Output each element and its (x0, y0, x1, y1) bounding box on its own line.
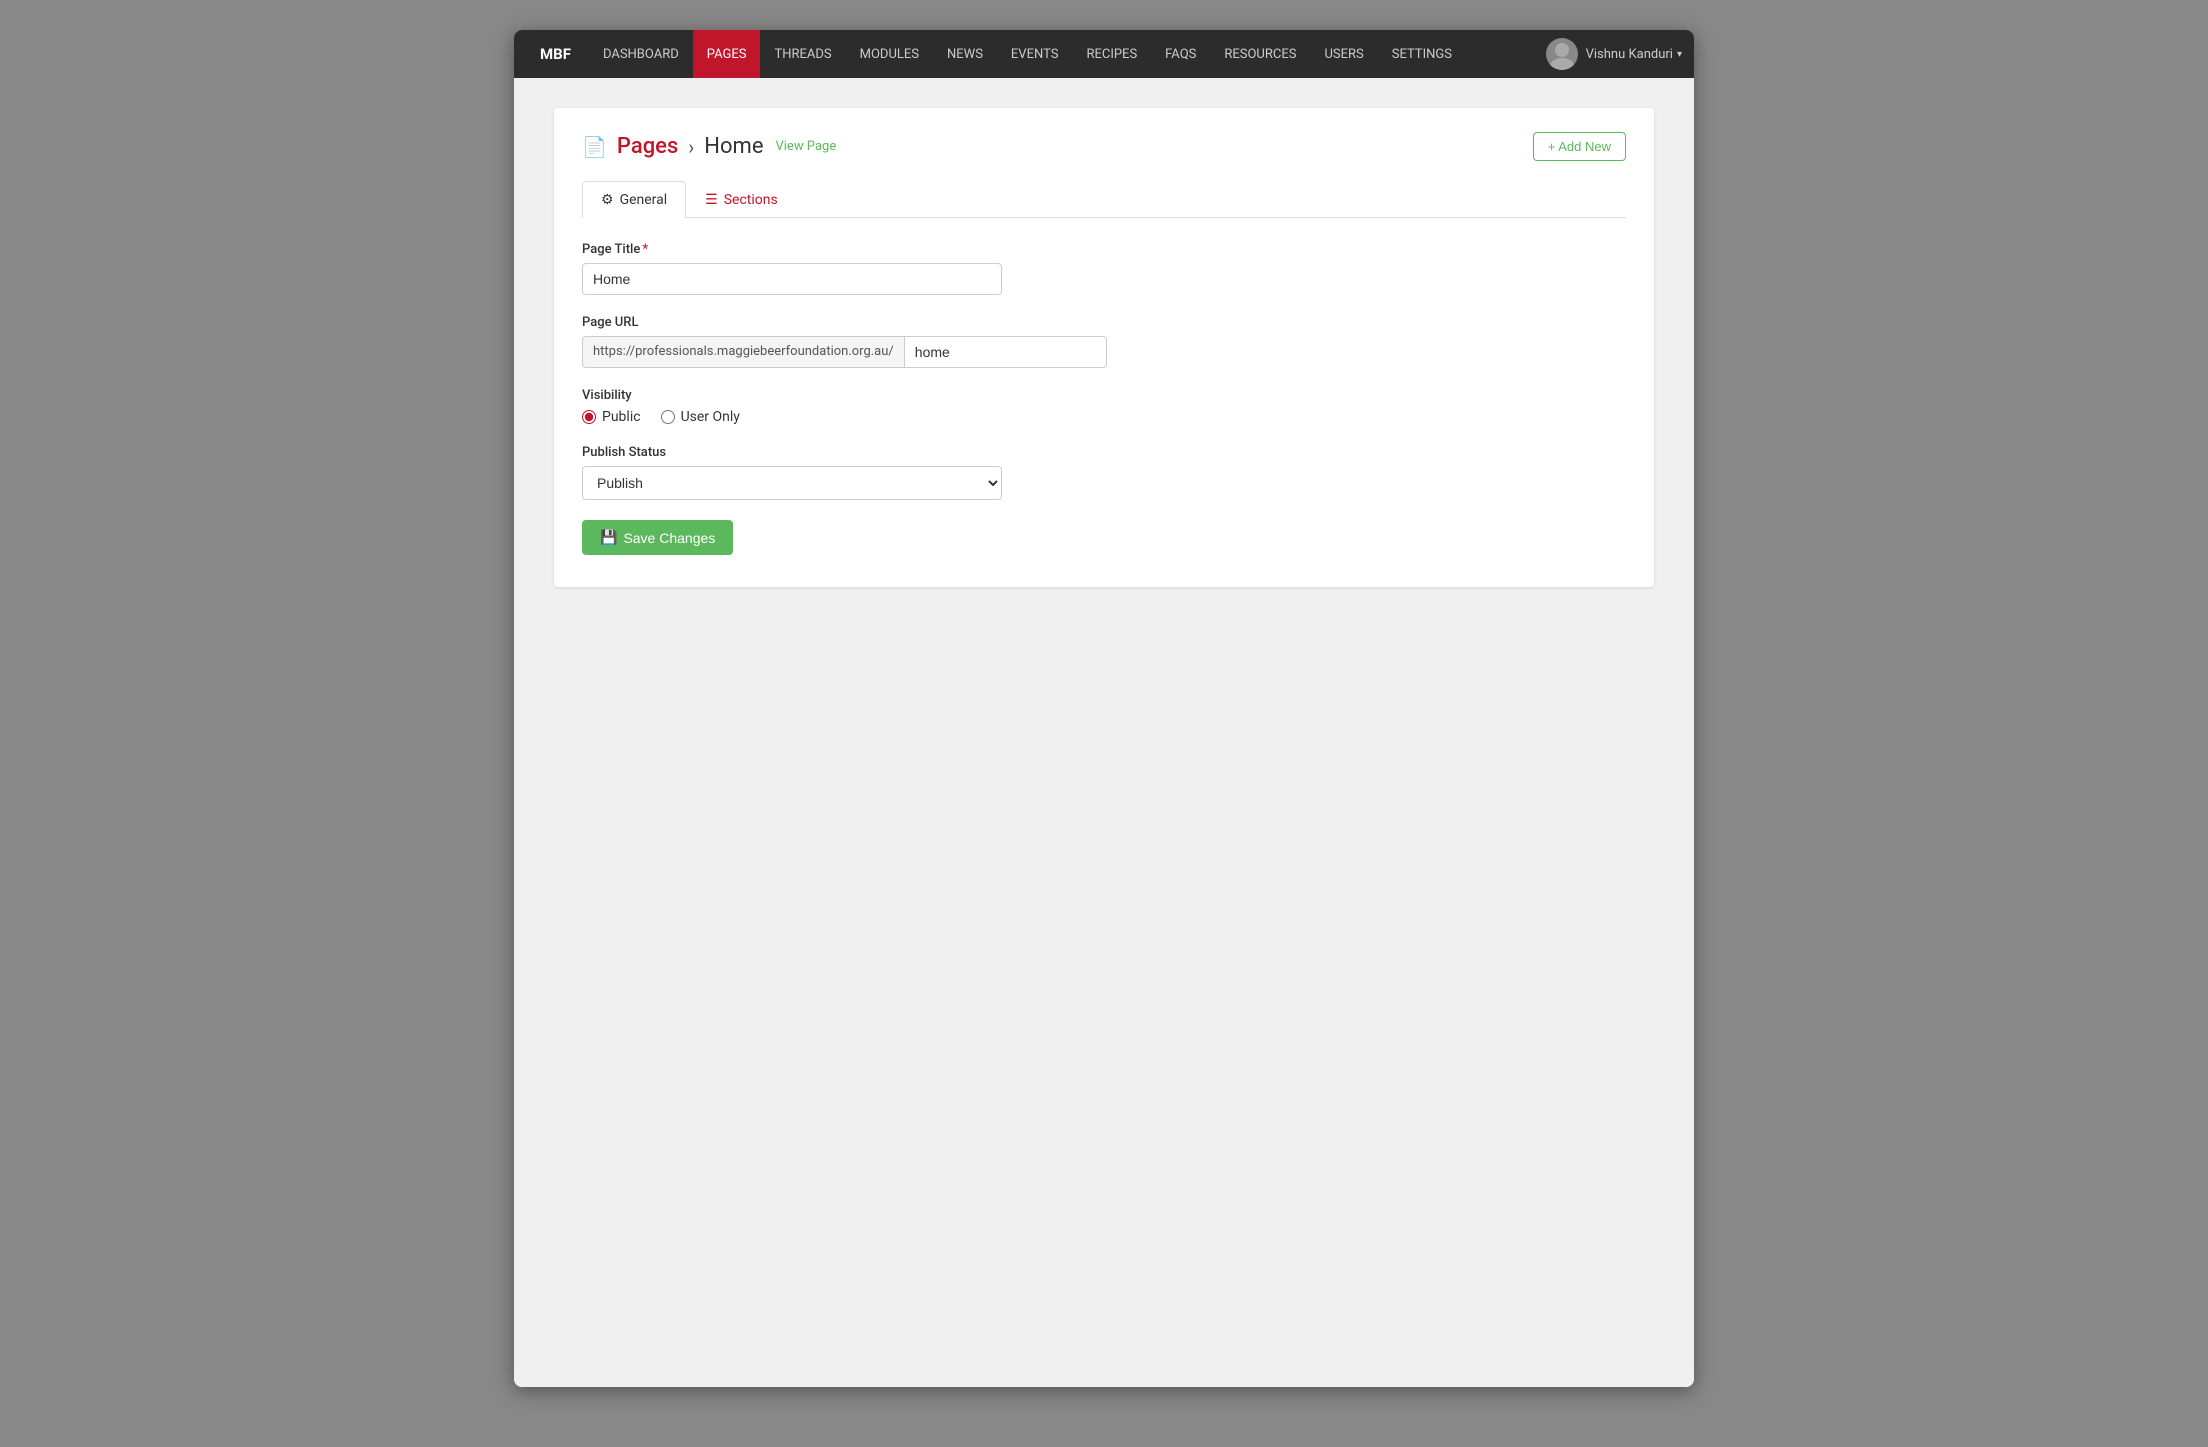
publish-status-select[interactable]: Publish Draft (582, 466, 1002, 500)
nav-threads[interactable]: THREADS (760, 30, 845, 78)
url-field-group: https://professionals.maggiebeerfoundati… (582, 336, 1002, 368)
visibility-group: Visibility Public User Only (582, 388, 1626, 425)
brand: MBF (526, 45, 585, 63)
tab-sections-label: Sections (724, 192, 778, 208)
visibility-label: Visibility (582, 388, 1626, 403)
tab-general-label: General (620, 192, 668, 208)
publish-status-label: Publish Status (582, 445, 1626, 460)
add-new-button[interactable]: + Add New (1533, 132, 1626, 161)
radio-public[interactable] (582, 410, 596, 424)
breadcrumb-separator: › (688, 135, 694, 159)
page-title-input[interactable] (582, 263, 1002, 295)
tabs: ⚙ General ☰ Sections (582, 181, 1626, 218)
breadcrumb-current: Home (704, 134, 763, 159)
url-slug-input[interactable] (904, 336, 1107, 368)
nav-users[interactable]: USERS (1310, 30, 1377, 78)
navbar: MBF DASHBOARD PAGES THREADS MODULES NEWS… (514, 30, 1694, 78)
nav-faqs[interactable]: FAQS (1151, 30, 1210, 78)
page-title-label: Page Title* (582, 242, 1626, 257)
tab-general[interactable]: ⚙ General (582, 181, 686, 218)
nav-events[interactable]: EVENTS (997, 30, 1073, 78)
publish-status-group: Publish Status Publish Draft (582, 445, 1626, 500)
nav-pages[interactable]: PAGES (693, 30, 761, 78)
main-content: 📄 Pages › Home View Page + Add New ⚙ Gen… (514, 78, 1694, 1387)
breadcrumb-pages[interactable]: Pages (617, 134, 678, 159)
save-label: Save Changes (623, 530, 715, 546)
gear-icon: ⚙ (601, 192, 614, 208)
pages-icon: 📄 (582, 135, 607, 159)
required-star: * (642, 242, 648, 257)
nav-news[interactable]: NEWS (933, 30, 997, 78)
breadcrumb: 📄 Pages › Home View Page + Add New (582, 132, 1626, 161)
save-changes-button[interactable]: 💾 Save Changes (582, 520, 733, 555)
radio-group: Public User Only (582, 409, 1626, 425)
radio-public-text: Public (602, 409, 641, 425)
nav-resources[interactable]: RESOURCES (1210, 30, 1310, 78)
page-title-group: Page Title* (582, 242, 1626, 295)
radio-user-only-label[interactable]: User Only (661, 409, 740, 425)
nav-settings[interactable]: SETTINGS (1378, 30, 1466, 78)
sections-icon: ☰ (705, 192, 718, 208)
page-url-label: Page URL (582, 315, 1626, 330)
window-frame: MBF DASHBOARD PAGES THREADS MODULES NEWS… (514, 30, 1694, 1387)
page-url-group: Page URL https://professionals.maggiebee… (582, 315, 1626, 368)
nav-recipes[interactable]: RECIPES (1072, 30, 1151, 78)
radio-user-only-text: User Only (681, 409, 740, 425)
user-name: Vishnu Kanduri (1586, 47, 1673, 62)
tab-sections[interactable]: ☰ Sections (686, 181, 797, 218)
user-menu[interactable]: Vishnu Kanduri ▾ (1546, 38, 1682, 70)
url-prefix: https://professionals.maggiebeerfoundati… (582, 336, 904, 368)
nav-dashboard[interactable]: DASHBOARD (589, 30, 693, 78)
save-icon: 💾 (600, 529, 617, 546)
avatar (1546, 38, 1578, 70)
view-page-link[interactable]: View Page (775, 139, 836, 154)
user-dropdown-arrow: ▾ (1677, 49, 1682, 60)
radio-public-label[interactable]: Public (582, 409, 641, 425)
nav-modules[interactable]: MODULES (846, 30, 933, 78)
radio-user-only[interactable] (661, 410, 675, 424)
page-form: Page Title* Page URL https://professiona… (582, 242, 1626, 555)
page-card: 📄 Pages › Home View Page + Add New ⚙ Gen… (554, 108, 1654, 587)
